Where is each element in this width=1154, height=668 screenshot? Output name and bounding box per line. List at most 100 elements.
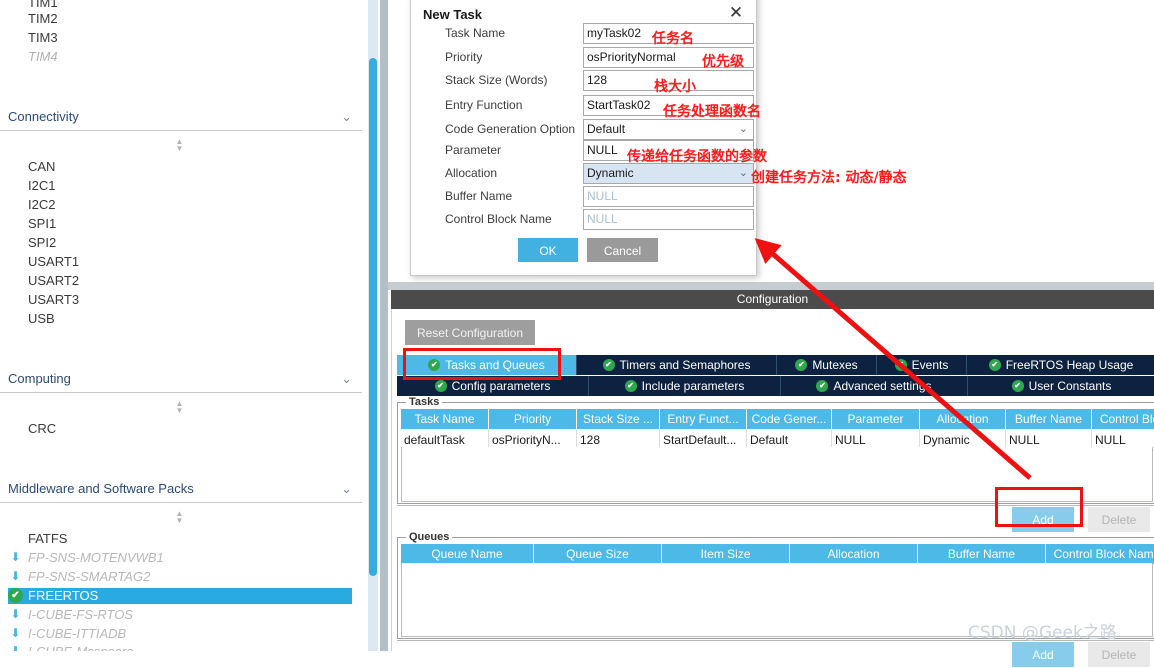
check-circle-icon: ✔	[795, 359, 807, 371]
chevron-down-icon[interactable]: ⌄	[739, 120, 748, 139]
tree-item-spi2[interactable]: SPI2	[28, 236, 56, 250]
chevron-down-icon[interactable]: ⌄	[341, 481, 352, 497]
cancel-button[interactable]: Cancel	[587, 238, 658, 262]
tree-item-freertos[interactable]: FREERTOS	[8, 588, 352, 604]
category-computing-label: Computing	[8, 371, 71, 386]
panel-divider	[388, 282, 1154, 290]
tab-freertos-heap-usage[interactable]: ✔ FreeRTOS Heap Usage	[967, 355, 1154, 375]
tree-item-tim4[interactable]: TIM4	[28, 50, 58, 64]
tasks-table[interactable]: Task Name Priority Stack Size ... Entry …	[401, 409, 1154, 451]
tab-user-constants[interactable]: ✔ User Constants	[968, 376, 1154, 396]
panel-scrollbar-track[interactable]	[380, 0, 388, 651]
label-code-generation-option: Code Generation Option	[445, 122, 575, 136]
queues-table[interactable]: Queue Name Queue Size Item Size Allocati…	[401, 544, 1154, 564]
col-queue-name[interactable]: Queue Name	[401, 544, 534, 564]
category-connectivity[interactable]: Connectivity ⌄	[0, 105, 362, 131]
chevron-down-icon[interactable]: ⌄	[739, 164, 748, 183]
sidebar-scrollbar-thumb[interactable]	[369, 58, 377, 576]
label-stack-size: Stack Size (Words)	[445, 73, 547, 87]
check-circle-icon: ✔	[895, 359, 907, 371]
tree-item-tim2[interactable]: TIM2	[28, 12, 58, 26]
tree-item-tim3[interactable]: TIM3	[28, 31, 58, 45]
check-circle-icon: ✔	[1012, 380, 1024, 392]
col-allocation[interactable]: Allocation	[920, 409, 1006, 429]
tab-label: Advanced settings	[833, 379, 931, 393]
check-circle-icon: ✔	[603, 359, 615, 371]
allocation-value: Dynamic	[587, 166, 634, 180]
tree-item-fatfs[interactable]: FATFS	[28, 532, 67, 546]
check-circle-icon: ✔	[428, 359, 440, 371]
tree-item-fp-sns-smartag2[interactable]: FP-SNS-SMARTAG2	[28, 570, 150, 584]
scroll-updown-connectivity[interactable]: ▲▼	[174, 138, 185, 152]
ok-button[interactable]: OK	[518, 238, 578, 262]
col-entry-function[interactable]: Entry Funct...	[660, 409, 747, 429]
col-control-block[interactable]: Control Blo...	[1092, 409, 1154, 429]
watermark-text: CSDN @Geek之路	[968, 618, 1117, 643]
col-parameter[interactable]: Parameter	[832, 409, 920, 429]
tab-config-parameters[interactable]: ✔ Config parameters	[397, 376, 589, 396]
tab-tasks-and-queues[interactable]: ✔ Tasks and Queues	[397, 355, 577, 375]
code-generation-option-value: Default	[587, 122, 625, 136]
tree-item-i-cube-ittiadb[interactable]: I-CUBE-ITTIADB	[28, 627, 126, 641]
tree-item-fp-sns-motenvwb1[interactable]: FP-SNS-MOTENVWB1	[28, 551, 164, 565]
tree-item-i-cube-fs-rtos[interactable]: I-CUBE-FS-RTOS	[28, 608, 133, 622]
category-connectivity-label: Connectivity	[8, 109, 79, 124]
tasks-table-empty-area[interactable]	[401, 447, 1153, 502]
annotation-entry-function: 任务处理函数名	[663, 101, 761, 121]
code-generation-option-select[interactable]: Default ⌄	[583, 119, 754, 140]
tree-item-can[interactable]: CAN	[28, 160, 55, 174]
col-buffer-name[interactable]: Buffer Name	[1006, 409, 1092, 429]
tree-item-crc[interactable]: CRC	[28, 422, 56, 436]
tab-events[interactable]: ✔ Events	[877, 355, 967, 375]
col-item-size[interactable]: Item Size	[662, 544, 790, 564]
tree-item-usart3[interactable]: USART3	[28, 293, 79, 307]
tasks-button-separator	[397, 505, 1154, 506]
annotation-allocation: 创建任务方法: 动态/静态	[751, 167, 907, 187]
check-circle-icon: ✔	[8, 588, 23, 603]
tree-item-usart1[interactable]: USART1	[28, 255, 79, 269]
tree-item-usart2[interactable]: USART2	[28, 274, 79, 288]
buffer-name-input[interactable]: NULL	[583, 186, 754, 207]
download-icon: ⬇	[9, 608, 22, 621]
col-stack-size[interactable]: Stack Size ...	[577, 409, 660, 429]
col-queue-buffer-name[interactable]: Buffer Name	[918, 544, 1046, 564]
col-priority[interactable]: Priority	[489, 409, 577, 429]
control-block-name-input[interactable]: NULL	[583, 209, 754, 230]
col-queue-size[interactable]: Queue Size	[534, 544, 662, 564]
tree-item-i2c2[interactable]: I2C2	[28, 198, 55, 212]
col-task-name[interactable]: Task Name	[401, 409, 489, 429]
chevron-down-icon[interactable]: ⌄	[341, 109, 352, 125]
chevron-down-icon[interactable]: ⌄	[341, 371, 352, 387]
field-row-task-name: Task Name myTask02	[411, 23, 756, 46]
field-row-buffer-name: Buffer Name NULL	[411, 186, 756, 209]
reset-configuration-button[interactable]: Reset Configuration	[405, 320, 535, 345]
check-circle-icon: ✔	[625, 380, 637, 392]
col-queue-control-block-name[interactable]: Control Block Name	[1046, 544, 1154, 564]
tab-advanced-settings[interactable]: ✔ Advanced settings	[781, 376, 968, 396]
allocation-select[interactable]: Dynamic ⌄	[583, 163, 754, 184]
tab-include-parameters[interactable]: ✔ Include parameters	[589, 376, 781, 396]
tasks-delete-button[interactable]: Delete	[1088, 507, 1150, 532]
tab-label: Events	[912, 358, 949, 372]
tree-item-i-cube-mcspeare[interactable]: I-CUBE-Mcspeare	[28, 645, 133, 651]
scroll-updown-middleware[interactable]: ▲▼	[174, 510, 185, 524]
tab-timers-and-semaphores[interactable]: ✔ Timers and Semaphores	[577, 355, 777, 375]
col-code-generation[interactable]: Code Gener...	[747, 409, 832, 429]
close-icon[interactable]: ✕	[726, 3, 746, 23]
peripheral-tree-sidebar[interactable]: TIM1 TIM2 TIM3 TIM4 Connectivity ⌄ ▲▼ CA…	[0, 0, 368, 651]
queues-add-button[interactable]: Add	[1012, 642, 1074, 667]
tree-item-usb[interactable]: USB	[28, 312, 55, 326]
queues-delete-button[interactable]: Delete	[1088, 642, 1150, 667]
tree-item-i2c1[interactable]: I2C1	[28, 179, 55, 193]
col-queue-allocation[interactable]: Allocation	[790, 544, 918, 564]
tasks-add-button[interactable]: Add	[1012, 507, 1074, 532]
tree-item-spi1[interactable]: SPI1	[28, 217, 56, 231]
queues-groupbox-title: Queues	[406, 531, 452, 543]
scroll-updown-computing[interactable]: ▲▼	[174, 400, 185, 414]
category-middleware[interactable]: Middleware and Software Packs ⌄	[0, 477, 362, 503]
category-computing[interactable]: Computing ⌄	[0, 367, 362, 393]
tasks-groupbox: Tasks Task Name Priority Stack Size ... …	[397, 402, 1154, 504]
category-middleware-label: Middleware and Software Packs	[8, 481, 194, 496]
tab-mutexes[interactable]: ✔ Mutexes	[777, 355, 877, 375]
tree-item-tim1[interactable]: TIM1	[28, 0, 58, 10]
